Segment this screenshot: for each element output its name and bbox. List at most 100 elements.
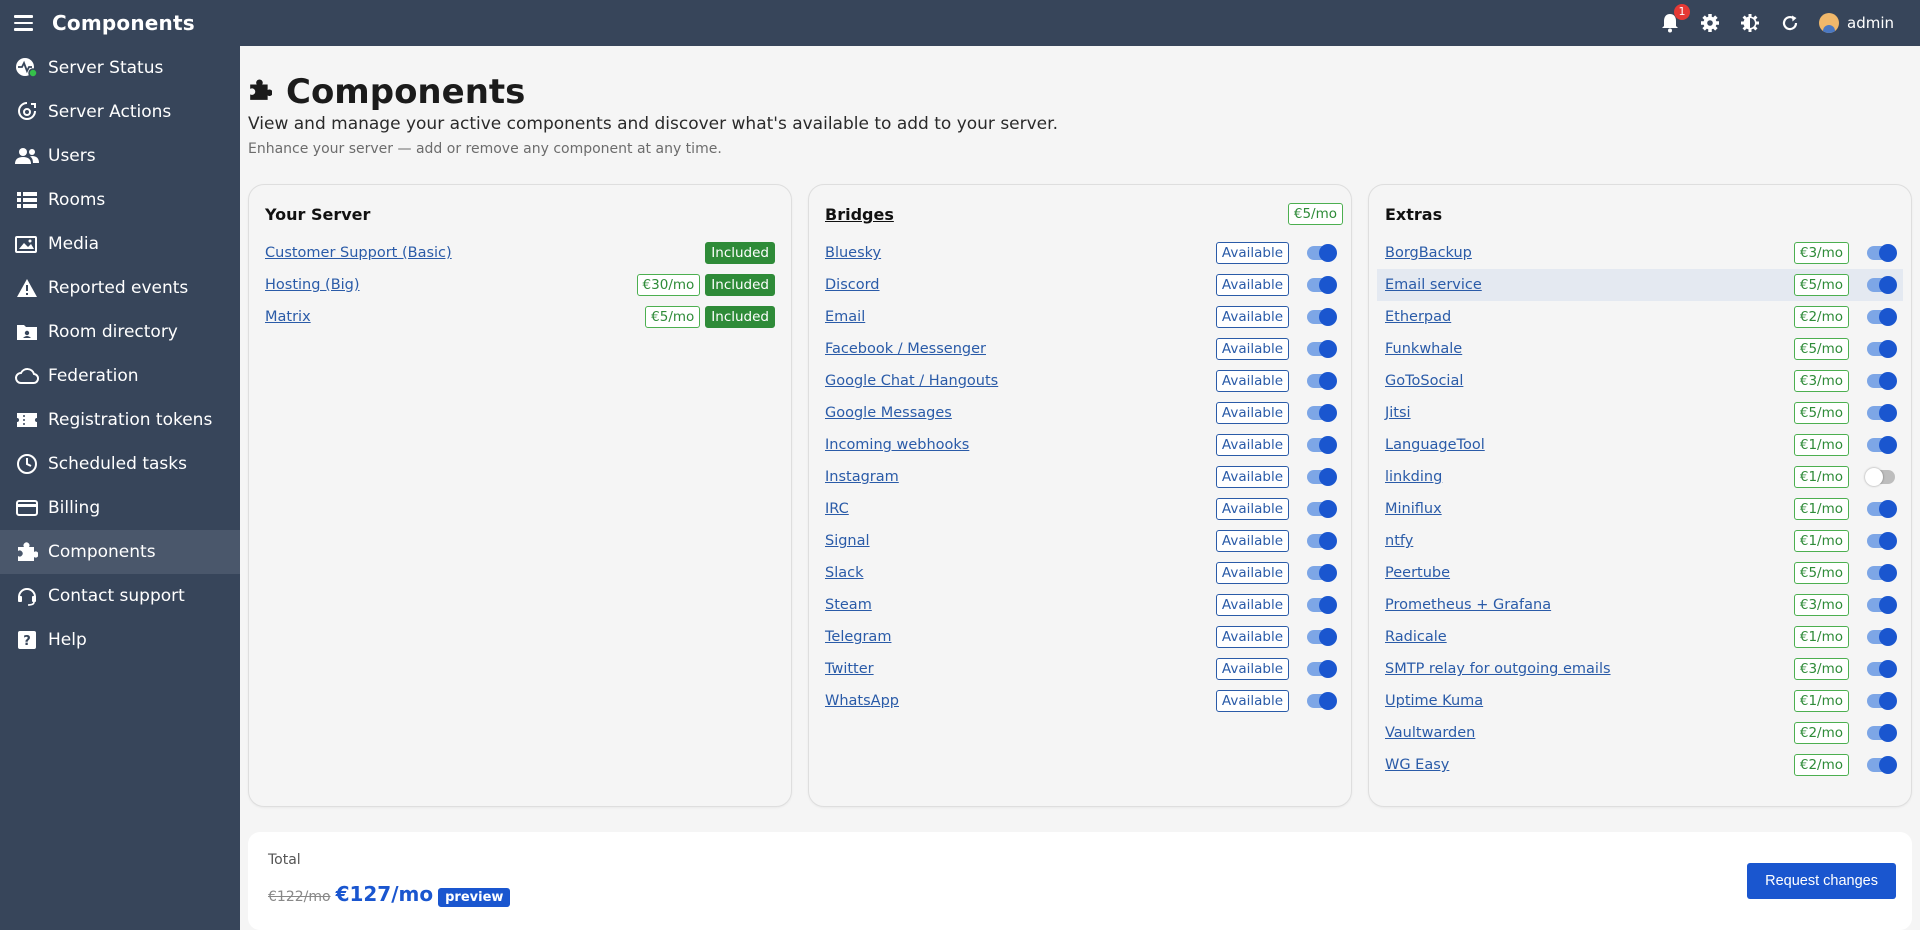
- sidebar-item-registration-tokens[interactable]: Registration tokens: [0, 398, 240, 442]
- component-toggle[interactable]: [1307, 500, 1337, 518]
- component-link[interactable]: Incoming webhooks: [825, 437, 1211, 453]
- component-toggle[interactable]: [1867, 244, 1897, 262]
- component-link[interactable]: Miniflux: [1385, 501, 1789, 517]
- component-link[interactable]: SMTP relay for outgoing emails: [1385, 661, 1789, 677]
- component-link[interactable]: Bluesky: [825, 245, 1211, 261]
- component-toggle[interactable]: [1307, 244, 1337, 262]
- sidebar-item-rooms[interactable]: Rooms: [0, 178, 240, 222]
- component-link[interactable]: Prometheus + Grafana: [1385, 597, 1789, 613]
- component-link[interactable]: BorgBackup: [1385, 245, 1789, 261]
- component-link[interactable]: ntfy: [1385, 533, 1789, 549]
- component-link[interactable]: Uptime Kuma: [1385, 693, 1789, 709]
- component-link[interactable]: Discord: [825, 277, 1211, 293]
- component-toggle[interactable]: [1307, 436, 1337, 454]
- sidebar-item-server-status[interactable]: Server Status: [0, 46, 240, 90]
- component-toggle[interactable]: [1307, 404, 1337, 422]
- component-toggle[interactable]: [1307, 660, 1337, 678]
- component-link[interactable]: Google Chat / Hangouts: [825, 373, 1211, 389]
- component-link[interactable]: Customer Support (Basic): [265, 245, 700, 261]
- component-link[interactable]: Email service: [1385, 277, 1789, 293]
- component-toggle[interactable]: [1867, 596, 1897, 614]
- sidebar-item-media[interactable]: Media: [0, 222, 240, 266]
- component-toggle[interactable]: [1307, 372, 1337, 390]
- status-badge: Available: [1215, 498, 1289, 520]
- component-toggle[interactable]: [1307, 276, 1337, 294]
- component-link[interactable]: Steam: [825, 597, 1211, 613]
- component-link[interactable]: Email: [825, 309, 1211, 325]
- component-link[interactable]: Facebook / Messenger: [825, 341, 1211, 357]
- sidebar-item-label: Users: [48, 146, 96, 166]
- component-toggle[interactable]: [1865, 468, 1895, 486]
- sidebar-item-reported-events[interactable]: Reported events: [0, 266, 240, 310]
- status-badge: Available: [1215, 562, 1289, 584]
- theme-toggle-icon[interactable]: [1739, 12, 1761, 34]
- list-item: Miniflux €1/mo: [1377, 493, 1903, 525]
- list-item: IRC Available: [817, 493, 1343, 525]
- sidebar-item-server-actions[interactable]: Server Actions: [0, 90, 240, 134]
- price-badge: €5/mo: [1793, 562, 1849, 584]
- users-icon: [14, 145, 40, 167]
- component-toggle[interactable]: [1867, 500, 1897, 518]
- component-link[interactable]: Signal: [825, 533, 1211, 549]
- component-toggle[interactable]: [1867, 564, 1897, 582]
- component-toggle[interactable]: [1867, 340, 1897, 358]
- component-link[interactable]: Vaultwarden: [1385, 725, 1789, 741]
- component-link[interactable]: Funkwhale: [1385, 341, 1789, 357]
- component-link[interactable]: WhatsApp: [825, 693, 1211, 709]
- component-link[interactable]: Matrix: [265, 309, 640, 325]
- component-toggle[interactable]: [1307, 628, 1337, 646]
- component-toggle[interactable]: [1307, 340, 1337, 358]
- component-link[interactable]: Peertube: [1385, 565, 1789, 581]
- sidebar-item-components[interactable]: Components: [0, 530, 240, 574]
- component-link[interactable]: IRC: [825, 501, 1211, 517]
- bell-icon[interactable]: 1: [1659, 4, 1690, 34]
- component-link[interactable]: Twitter: [825, 661, 1211, 677]
- card-title[interactable]: Bridges: [825, 205, 894, 224]
- gear-icon[interactable]: [1699, 12, 1721, 34]
- component-toggle[interactable]: [1307, 596, 1337, 614]
- sidebar-item-billing[interactable]: Billing: [0, 486, 240, 530]
- component-toggle[interactable]: [1867, 404, 1897, 422]
- component-link[interactable]: Radicale: [1385, 629, 1789, 645]
- menu-icon[interactable]: [14, 15, 42, 31]
- sidebar-item-scheduled-tasks[interactable]: Scheduled tasks: [0, 442, 240, 486]
- component-link[interactable]: LanguageTool: [1385, 437, 1789, 453]
- component-toggle[interactable]: [1867, 660, 1897, 678]
- component-link[interactable]: Hosting (Big): [265, 277, 632, 293]
- sidebar-item-federation[interactable]: Federation: [0, 354, 240, 398]
- sidebar-item-users[interactable]: Users: [0, 134, 240, 178]
- component-toggle[interactable]: [1307, 468, 1337, 486]
- sidebar-item-room-directory[interactable]: Room directory: [0, 310, 240, 354]
- component-toggle[interactable]: [1867, 756, 1897, 774]
- component-link[interactable]: Jitsi: [1385, 405, 1789, 421]
- component-toggle[interactable]: [1307, 692, 1337, 710]
- component-toggle[interactable]: [1307, 564, 1337, 582]
- component-toggle[interactable]: [1867, 724, 1897, 742]
- component-toggle[interactable]: [1867, 436, 1897, 454]
- component-link[interactable]: Google Messages: [825, 405, 1211, 421]
- component-toggle[interactable]: [1867, 628, 1897, 646]
- sidebar-item-help[interactable]: ? Help: [0, 618, 240, 662]
- component-link[interactable]: Etherpad: [1385, 309, 1789, 325]
- warning-icon: [14, 277, 40, 299]
- component-link[interactable]: Slack: [825, 565, 1211, 581]
- component-link[interactable]: linkding: [1385, 469, 1789, 485]
- component-toggle[interactable]: [1867, 692, 1897, 710]
- refresh-icon[interactable]: [1779, 12, 1801, 34]
- component-link[interactable]: Instagram: [825, 469, 1211, 485]
- component-toggle[interactable]: [1867, 276, 1897, 294]
- status-badge: Available: [1215, 242, 1289, 264]
- component-toggle[interactable]: [1867, 372, 1897, 390]
- sidebar-item-contact-support[interactable]: Contact support: [0, 574, 240, 618]
- request-changes-button[interactable]: Request changes: [1747, 863, 1896, 899]
- component-toggle[interactable]: [1307, 308, 1337, 326]
- user-menu[interactable]: admin: [1819, 13, 1894, 33]
- component-link[interactable]: Telegram: [825, 629, 1211, 645]
- component-link[interactable]: WG Easy: [1385, 757, 1789, 773]
- sidebar-item-label: Help: [48, 630, 87, 650]
- list-item: Customer Support (Basic) Included: [257, 237, 783, 269]
- component-toggle[interactable]: [1867, 532, 1897, 550]
- component-link[interactable]: GoToSocial: [1385, 373, 1789, 389]
- component-toggle[interactable]: [1307, 532, 1337, 550]
- component-toggle[interactable]: [1867, 308, 1897, 326]
